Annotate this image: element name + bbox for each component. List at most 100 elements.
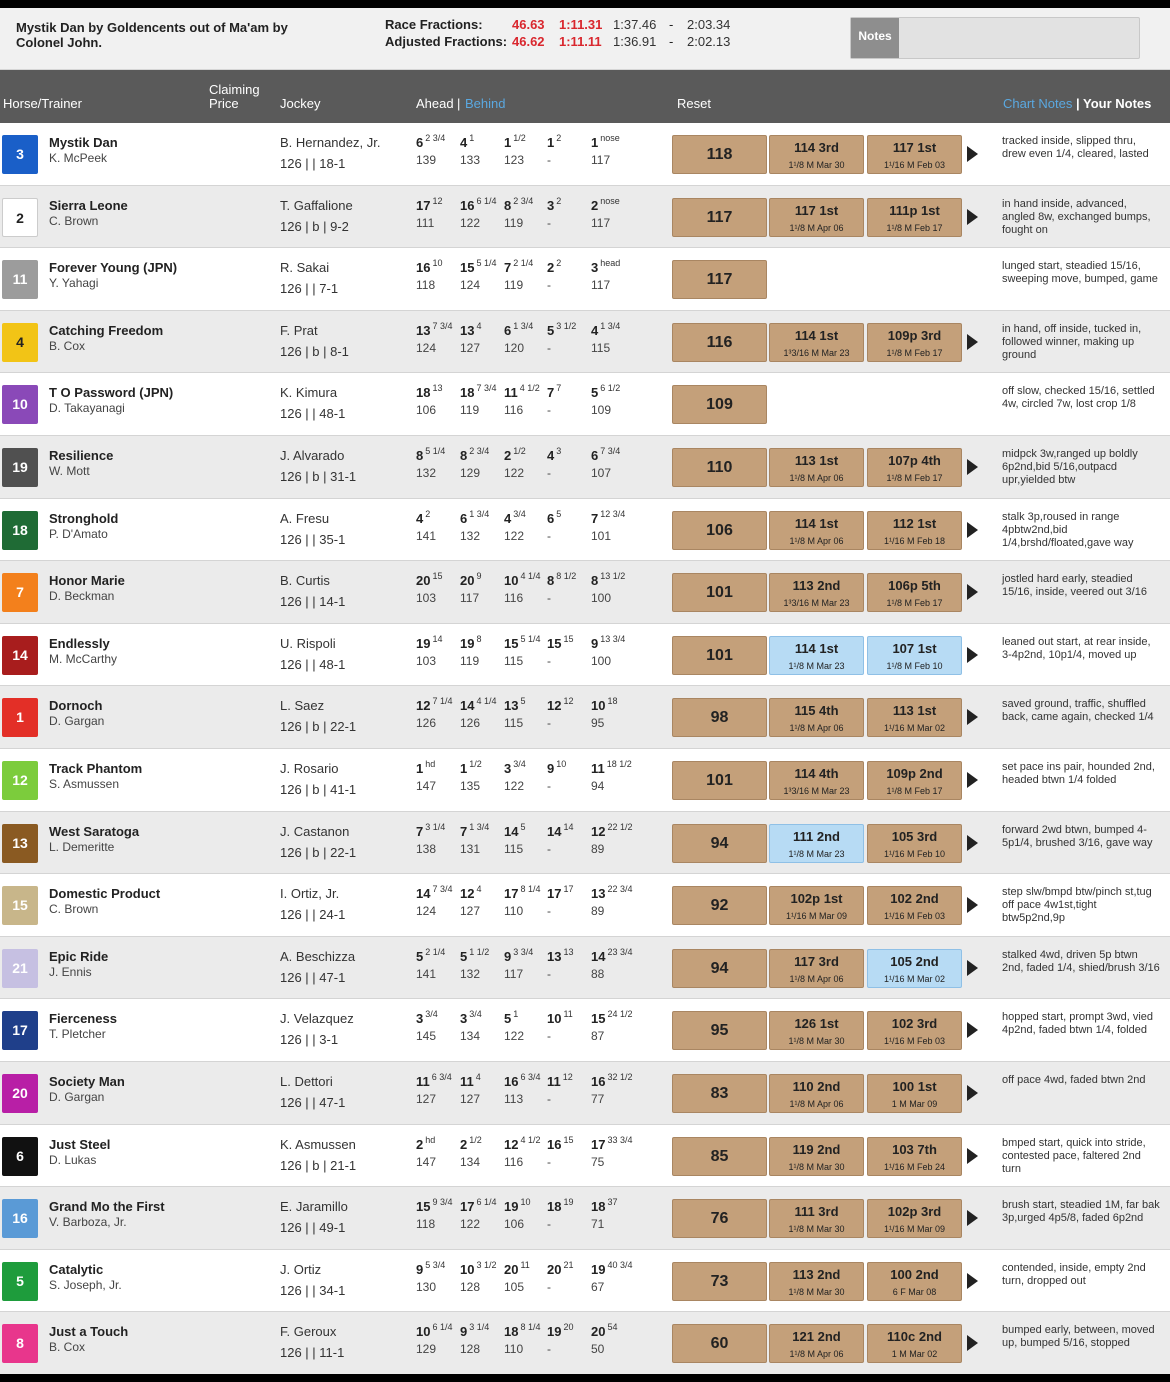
speed-figure-box[interactable]: 116	[672, 322, 767, 362]
recent-race-2[interactable]: 112 1st 1¹/16 M Feb 18	[867, 510, 962, 550]
recent-race-2[interactable]: 117 1st 1¹/16 M Feb 03	[867, 135, 962, 174]
horse-name[interactable]: T O Password (JPN)	[49, 385, 173, 400]
recent-race-1[interactable]: 110 2nd 1¹/8 M Apr 06	[769, 1073, 864, 1113]
recent-race-2[interactable]: 113 1st 1¹/16 M Mar 02	[867, 698, 962, 738]
behind-toggle[interactable]: Behind	[465, 96, 505, 111]
speed-figure-box[interactable]: 101	[672, 635, 767, 675]
recent-race-1[interactable]: 113 1st 1¹/8 M Apr 06	[769, 447, 864, 487]
horse-name[interactable]: West Saratoga	[49, 824, 139, 839]
recent-race-2[interactable]: 105 3rd 1¹/16 M Feb 10	[867, 823, 962, 863]
recent-race-1[interactable]: 117 1st 1¹/8 M Apr 06	[769, 197, 864, 237]
speed-figure-box[interactable]: 83	[672, 1073, 767, 1113]
horse-name[interactable]: Dornoch	[49, 698, 102, 713]
horse-name[interactable]: Society Man	[49, 1074, 125, 1089]
recent-race-2[interactable]: 111p 1st 1¹/8 M Feb 17	[867, 197, 962, 237]
expand-arrow-icon[interactable]	[967, 1147, 978, 1164]
recent-race-1[interactable]: 115 4th 1¹/8 M Apr 06	[769, 698, 864, 738]
recent-race-1[interactable]: 111 2nd 1¹/8 M Mar 23	[769, 823, 864, 863]
notes-button[interactable]: Notes	[851, 18, 899, 58]
horse-name[interactable]: Endlessly	[49, 636, 110, 651]
speed-figure-box[interactable]: 106	[672, 510, 767, 550]
recent-race-1[interactable]: 114 4th 1³3/16 M Mar 23	[769, 760, 864, 800]
horse-name[interactable]: Fierceness	[49, 1011, 117, 1026]
speed-figure-box[interactable]: 94	[672, 823, 767, 863]
your-notes-tab[interactable]: Your Notes	[1083, 96, 1151, 111]
horse-name[interactable]: Sierra Leone	[49, 198, 128, 213]
notes-panel[interactable]: Notes	[850, 17, 1140, 59]
expand-arrow-icon[interactable]	[967, 646, 978, 663]
expand-arrow-icon[interactable]	[967, 771, 978, 788]
horse-name[interactable]: Honor Marie	[49, 573, 125, 588]
recent-race-2[interactable]: 107 1st 1¹/8 M Feb 10	[867, 635, 962, 675]
horse-name[interactable]: Catching Freedom	[49, 323, 163, 338]
recent-race-1[interactable]: 114 1st 1¹/8 M Apr 06	[769, 510, 864, 550]
speed-figure-box[interactable]: 76	[672, 1199, 767, 1239]
recent-race-2[interactable]: 102p 3rd 1¹/16 M Mar 09	[867, 1199, 962, 1239]
horse-name[interactable]: Domestic Product	[49, 886, 160, 901]
expand-arrow-icon[interactable]	[967, 709, 978, 726]
speed-figure-box[interactable]: 95	[672, 1011, 767, 1051]
horse-name[interactable]: Resilience	[49, 448, 113, 463]
recent-race-1[interactable]: 119 2nd 1¹/8 M Mar 30	[769, 1136, 864, 1176]
expand-arrow-icon[interactable]	[967, 1272, 978, 1289]
recent-race-1[interactable]: 113 2nd 1³3/16 M Mar 23	[769, 573, 864, 613]
recent-race-1[interactable]: 114 1st 1³3/16 M Mar 23	[769, 322, 864, 362]
speed-figure-box[interactable]: 98	[672, 698, 767, 738]
recent-race-1[interactable]: 111 3rd 1¹/8 M Mar 30	[769, 1199, 864, 1239]
recent-race-1[interactable]: 121 2nd 1¹/8 M Apr 06	[769, 1324, 864, 1364]
expand-arrow-icon[interactable]	[967, 959, 978, 976]
expand-arrow-icon[interactable]	[967, 458, 978, 475]
expand-arrow-icon[interactable]	[967, 834, 978, 851]
ahead-toggle[interactable]: Ahead	[416, 96, 454, 111]
recent-race-1[interactable]: 114 3rd 1¹/8 M Mar 30	[769, 135, 864, 174]
recent-race-2[interactable]: 107p 4th 1¹/8 M Feb 17	[867, 447, 962, 487]
recent-race-1[interactable]: 113 2nd 1¹/8 M Mar 30	[769, 1261, 864, 1301]
horse-name[interactable]: Forever Young (JPN)	[49, 260, 177, 275]
recent-race-2[interactable]: 109p 3rd 1¹/8 M Feb 17	[867, 322, 962, 362]
speed-figure-box[interactable]: 118	[672, 135, 767, 174]
horse-name[interactable]: Grand Mo the First	[49, 1199, 165, 1214]
speed-figure-box[interactable]: 117	[672, 197, 767, 237]
speed-figure-box[interactable]: 110	[672, 447, 767, 487]
horse-name[interactable]: Just Steel	[49, 1137, 110, 1152]
speed-figure-box[interactable]: 94	[672, 948, 767, 988]
expand-arrow-icon[interactable]	[967, 208, 978, 225]
recent-race-1[interactable]: 114 1st 1¹/8 M Mar 23	[769, 635, 864, 675]
speed-figure-box[interactable]: 60	[672, 1324, 767, 1364]
recent-race-2[interactable]: 109p 2nd 1¹/8 M Feb 17	[867, 760, 962, 800]
speed-figure-box[interactable]: 109	[672, 385, 767, 425]
recent-race-1[interactable]: 102p 1st 1¹/16 M Mar 09	[769, 886, 864, 926]
horse-name[interactable]: Stronghold	[49, 511, 118, 526]
horse-name[interactable]: Catalytic	[49, 1262, 103, 1277]
recent-race-2[interactable]: 102 2nd 1¹/16 M Feb 03	[867, 886, 962, 926]
expand-arrow-icon[interactable]	[967, 1210, 978, 1227]
recent-race-2[interactable]: 110c 2nd 1 M Mar 02	[867, 1324, 962, 1364]
horse-name[interactable]: Track Phantom	[49, 761, 142, 776]
recent-race-1[interactable]: 117 3rd 1¹/8 M Apr 06	[769, 948, 864, 988]
expand-arrow-icon[interactable]	[967, 1084, 978, 1101]
speed-figure-box[interactable]: 117	[672, 260, 767, 300]
expand-arrow-icon[interactable]	[967, 146, 978, 162]
expand-arrow-icon[interactable]	[967, 1335, 978, 1352]
chart-notes-tab[interactable]: Chart Notes	[1003, 96, 1072, 111]
expand-arrow-icon[interactable]	[967, 333, 978, 350]
expand-arrow-icon[interactable]	[967, 584, 978, 601]
recent-race-2[interactable]: 105 2nd 1¹/16 M Mar 02	[867, 948, 962, 988]
horse-name[interactable]: Epic Ride	[49, 949, 108, 964]
recent-race-2[interactable]: 106p 5th 1¹/8 M Feb 17	[867, 573, 962, 613]
reset-button[interactable]: Reset	[677, 96, 711, 111]
recent-race-2[interactable]: 100 1st 1 M Mar 09	[867, 1073, 962, 1113]
speed-figure-box[interactable]: 73	[672, 1261, 767, 1301]
expand-arrow-icon[interactable]	[967, 897, 978, 914]
recent-race-2[interactable]: 103 7th 1¹/16 M Feb 24	[867, 1136, 962, 1176]
recent-race-2[interactable]: 100 2nd 6 F Mar 08	[867, 1261, 962, 1301]
expand-arrow-icon[interactable]	[967, 1022, 978, 1039]
recent-race-2[interactable]: 102 3rd 1¹/16 M Feb 03	[867, 1011, 962, 1051]
speed-figure-box[interactable]: 92	[672, 886, 767, 926]
speed-figure-box[interactable]: 101	[672, 573, 767, 613]
expand-arrow-icon[interactable]	[967, 521, 978, 538]
speed-figure-box[interactable]: 85	[672, 1136, 767, 1176]
horse-name[interactable]: Mystik Dan	[49, 135, 118, 150]
speed-figure-box[interactable]: 101	[672, 760, 767, 800]
recent-race-1[interactable]: 126 1st 1¹/8 M Mar 30	[769, 1011, 864, 1051]
